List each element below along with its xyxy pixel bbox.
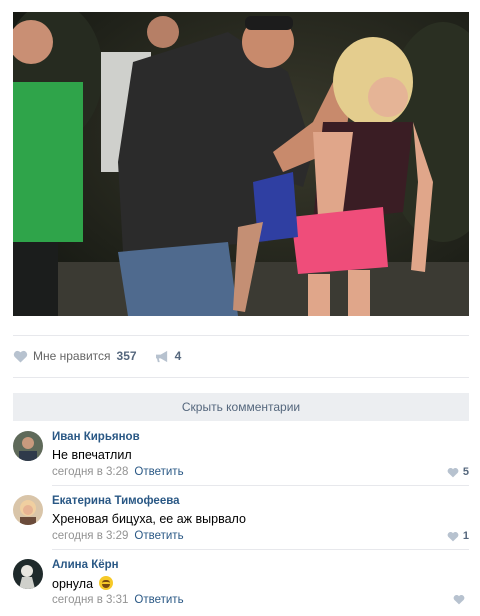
- comment-like-count: 1: [462, 530, 469, 542]
- party-dance-photo: [13, 12, 469, 316]
- comment-divider: [52, 549, 469, 550]
- reply-link[interactable]: Ответить: [134, 530, 183, 542]
- divider-bottom: [13, 377, 469, 378]
- like-count: 357: [116, 349, 137, 363]
- comment-meta: сегодня в 3:31 Ответить: [52, 594, 184, 606]
- heart-icon: [453, 594, 465, 605]
- avatar[interactable]: [13, 559, 43, 589]
- comment-time[interactable]: сегодня в 3:31: [52, 594, 128, 606]
- comment-like-button[interactable]: [453, 594, 469, 605]
- comment-meta: сегодня в 3:29 Ответить: [52, 530, 184, 542]
- comment-author[interactable]: Екатерина Тимофеева: [52, 495, 180, 507]
- divider-top: [13, 335, 469, 336]
- avatar[interactable]: [13, 495, 43, 525]
- comment-time[interactable]: сегодня в 3:29: [52, 530, 128, 542]
- comment-like-count: 5: [462, 466, 469, 478]
- comment-like-button[interactable]: 5: [447, 466, 469, 478]
- comment-item: Алина Кёрн орнула сегодня в 3:31 Ответить: [13, 551, 469, 613]
- heart-icon: [447, 531, 459, 541]
- comment-like-button[interactable]: 1: [447, 530, 469, 542]
- post-actions: Мне нравится 357 4: [13, 346, 181, 366]
- post-photo[interactable]: [13, 12, 469, 316]
- like-button[interactable]: Мне нравится 357: [13, 349, 137, 363]
- comment-author[interactable]: Алина Кёрн: [52, 559, 119, 571]
- reply-link[interactable]: Ответить: [134, 466, 183, 478]
- share-count: 4: [174, 349, 182, 363]
- laughing-tears-emoji-icon: [98, 576, 113, 590]
- comment-item: Екатерина Тимофеева Хреновая бицуха, ее …: [13, 487, 469, 549]
- like-label: Мне нравится: [33, 349, 111, 363]
- comment-text: Не впечатлил: [52, 448, 132, 462]
- avatar[interactable]: [13, 431, 43, 461]
- comment-meta: сегодня в 3:28 Ответить: [52, 466, 184, 478]
- heart-icon: [447, 467, 459, 477]
- hide-comments-button[interactable]: Скрыть комментарии: [13, 393, 469, 421]
- comment-item: Иван Кирьянов Не впечатлил сегодня в 3:2…: [13, 423, 469, 485]
- comment-author[interactable]: Иван Кирьянов: [52, 431, 140, 443]
- share-button[interactable]: 4: [155, 349, 182, 363]
- reply-link[interactable]: Ответить: [134, 594, 183, 606]
- comment-text: орнула: [52, 576, 113, 591]
- comment-text-value: орнула: [52, 577, 94, 591]
- heart-icon: [13, 350, 28, 363]
- megaphone-icon: [155, 350, 167, 362]
- comment-text: Хреновая бицуха, ее аж вырвало: [52, 512, 246, 526]
- comment-divider: [52, 485, 469, 486]
- comment-time[interactable]: сегодня в 3:28: [52, 466, 128, 478]
